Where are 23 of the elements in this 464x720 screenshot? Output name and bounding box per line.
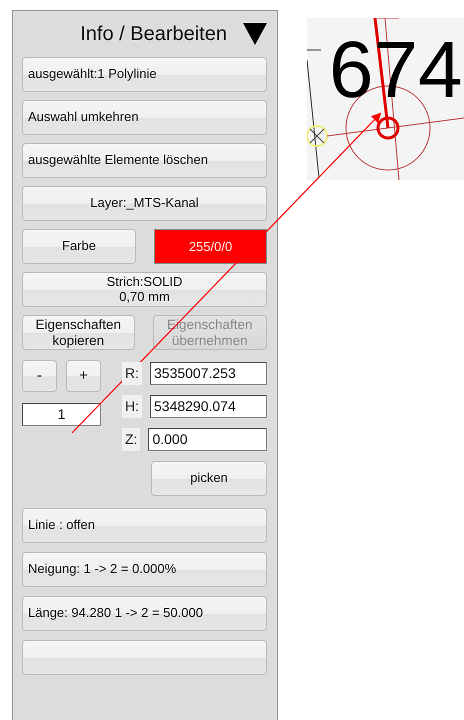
step-field[interactable]: 1 xyxy=(22,403,101,426)
action-button[interactable]: ausgewählte Elemente löschen xyxy=(22,143,267,178)
color-button[interactable]: Farbe xyxy=(22,229,136,264)
info-button[interactable]: Länge: 94.280 1 -> 2 = 50.000 xyxy=(22,596,267,631)
action-button[interactable]: ausgewählt:1 Polylinie xyxy=(22,57,267,92)
info-button[interactable]: Neigung: 1 -> 2 = 0.000% xyxy=(22,552,267,587)
info-button[interactable]: Linie : offen xyxy=(22,508,267,543)
pick-button[interactable]: picken xyxy=(151,461,267,496)
coordinate-field[interactable]: 3535007.253 xyxy=(150,362,267,385)
coordinate-label: R: xyxy=(122,362,142,385)
color-swatch: 255/0/0 xyxy=(154,229,267,264)
coordinate-label: Z: xyxy=(122,428,140,451)
action-button[interactable]: Auswahl umkehren xyxy=(22,100,267,135)
coordinate-label: H: xyxy=(122,395,142,418)
collapse-icon[interactable] xyxy=(243,23,267,45)
step-button[interactable]: - xyxy=(22,360,57,392)
panel-title: Info / Bearbeiten xyxy=(80,22,227,47)
action-button[interactable]: Layer:_MTS-Kanal xyxy=(22,186,267,221)
coordinate-field[interactable]: 5348290.074 xyxy=(150,395,267,418)
step-button[interactable]: + xyxy=(66,360,101,392)
coordinate-field[interactable]: 0.000 xyxy=(148,428,267,451)
property-button[interactable]: Eigenschaften kopieren xyxy=(22,315,135,350)
stroke-button[interactable]: Strich:SOLID 0,70 mm xyxy=(22,272,267,307)
